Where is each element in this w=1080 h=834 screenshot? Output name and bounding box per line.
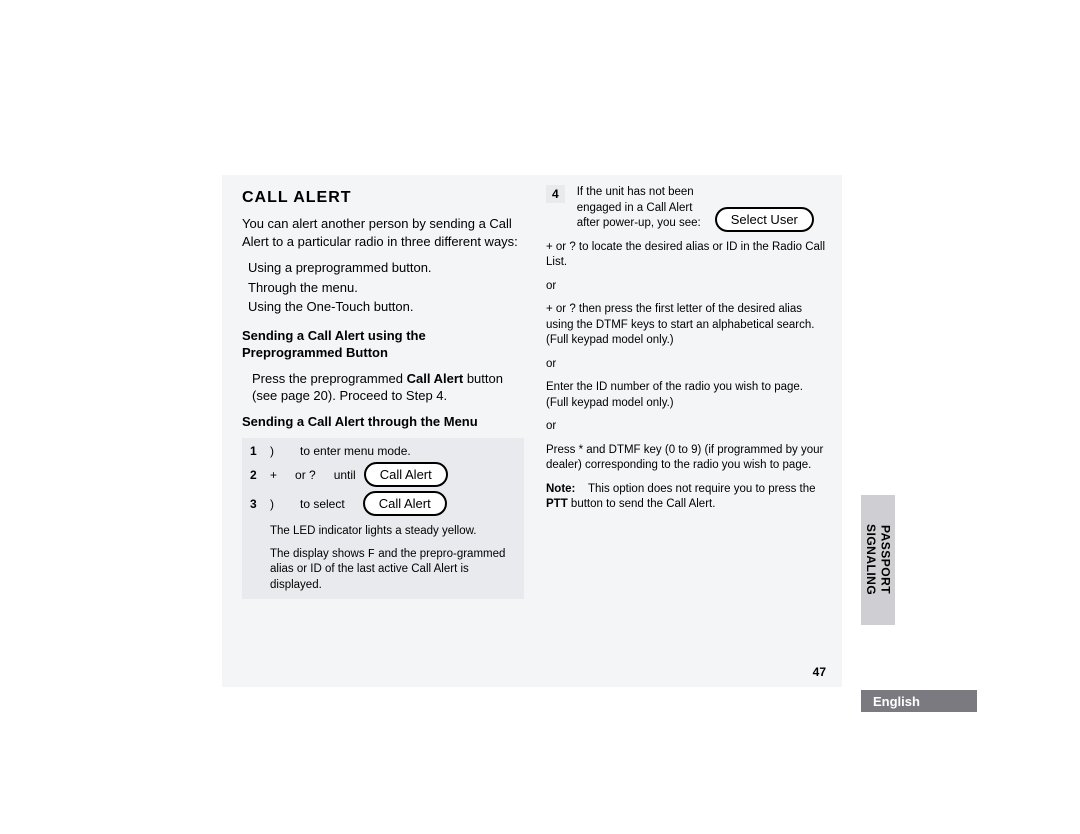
text: Press the preprogrammed	[252, 371, 407, 386]
option-alpha-search: + or ? then press the first letter of th…	[546, 302, 828, 349]
left-column: CALL ALERT You can alert another person …	[242, 185, 524, 605]
display-call-alert: Call Alert	[363, 491, 447, 516]
page-title: CALL ALERT	[242, 189, 524, 207]
language-label: English	[873, 694, 920, 709]
tab-label: PASSPORTSIGNALING	[864, 524, 893, 595]
display-select-user: Select User	[715, 207, 814, 232]
page-number: 47	[813, 665, 826, 679]
text: button to send the Call Alert.	[568, 498, 716, 510]
step-3: 3 ) to select Call Alert	[250, 491, 516, 516]
step-4-lead: 4 If the unit has not been engaged in a …	[546, 185, 828, 232]
ptt-button-name: PTT	[546, 498, 568, 510]
subheading-preprogrammed: Sending a Call Alert using the Preprogra…	[242, 327, 524, 362]
list-item: Using the One-Touch button.	[248, 297, 524, 317]
list-item: Through the menu.	[248, 278, 524, 298]
question-key: or ?	[295, 468, 316, 482]
step-text: to select	[300, 497, 345, 511]
nav-key-icon: )	[270, 497, 274, 511]
intro-text: You can alert another person by sending …	[242, 215, 524, 250]
text: until	[334, 468, 356, 482]
note-label: Note:	[546, 483, 575, 495]
or-separator: or	[546, 419, 828, 435]
preprogrammed-instruction: Press the preprogrammed Call Alert butto…	[252, 370, 524, 405]
section-tab-passport-signaling: PASSPORTSIGNALING	[861, 495, 895, 625]
display-note: The display shows F and the prepro-gramm…	[270, 546, 516, 594]
step-number: 2	[250, 468, 262, 482]
note-block: Note: This option does not require you t…	[546, 482, 828, 513]
manual-page: CALL ALERT You can alert another person …	[222, 175, 842, 687]
option-dtmf: Press * and DTMF key (0 to 9) (if progra…	[546, 443, 828, 474]
or-separator: or	[546, 357, 828, 373]
step-number: 4	[546, 185, 565, 203]
plus-key: +	[270, 468, 277, 482]
ways-list: Using a preprogrammed button. Through th…	[242, 258, 524, 317]
step-text: If the unit has not been engaged in a Ca…	[577, 185, 707, 232]
display-glyph-f: F	[368, 547, 375, 561]
option-enter-id: Enter the ID number of the radio you wis…	[546, 380, 828, 411]
canvas: CALL ALERT You can alert another person …	[0, 0, 1080, 834]
step-number: 1	[250, 444, 262, 458]
or-separator: or	[546, 279, 828, 295]
step-1: 1 ) to enter menu mode.	[250, 444, 516, 458]
step-text: to enter menu mode.	[300, 444, 411, 458]
step-2: 2 + or ? until Call Alert	[250, 462, 516, 487]
step-box: 1 ) to enter menu mode. 2 + or ? until C…	[242, 438, 524, 599]
text: The display shows	[270, 548, 368, 560]
subheading-menu: Sending a Call Alert through the Menu	[242, 413, 524, 431]
text: This option does not require you to pres…	[588, 483, 816, 495]
list-item: Using a preprogrammed button.	[248, 258, 524, 278]
call-alert-button-name: Call Alert	[407, 371, 464, 386]
display-call-alert: Call Alert	[364, 462, 448, 487]
step-number: 3	[250, 497, 262, 511]
nav-key-icon: )	[270, 444, 274, 458]
language-tab: English	[861, 690, 977, 712]
option-locate: + or ? to locate the desired alias or ID…	[546, 240, 828, 271]
led-note: The LED indicator lights a steady yellow…	[270, 524, 516, 540]
right-column: 4 If the unit has not been engaged in a …	[546, 185, 828, 605]
